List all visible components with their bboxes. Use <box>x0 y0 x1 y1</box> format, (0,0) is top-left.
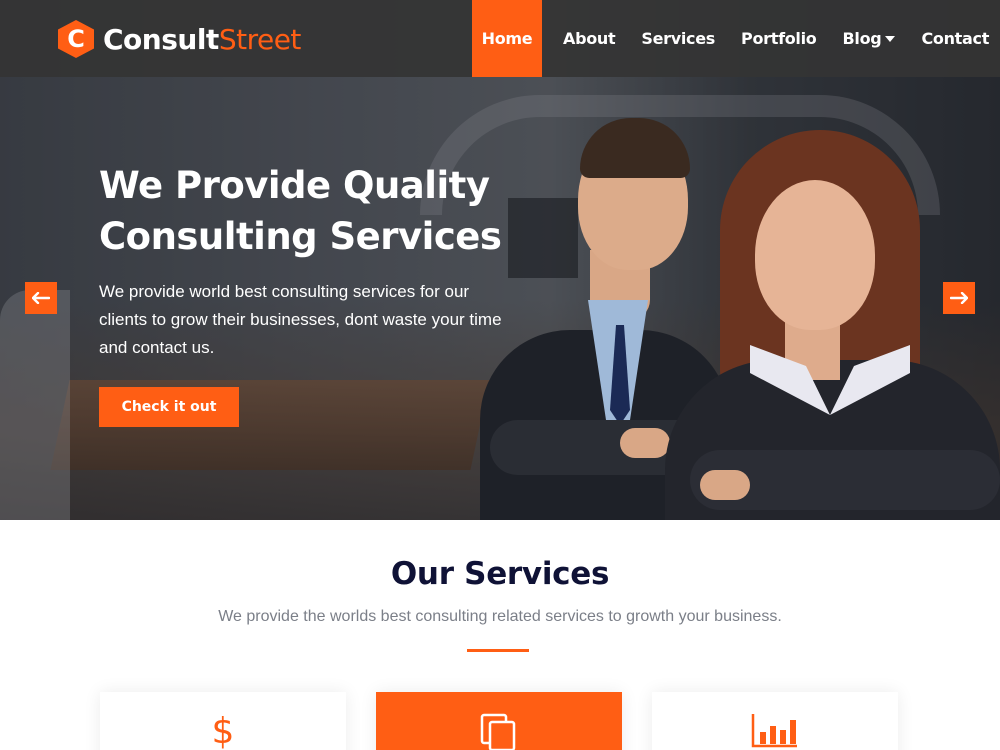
services-title: Our Services <box>390 556 610 592</box>
caret-down-icon <box>885 35 896 42</box>
hero-description: We provide world best consulting service… <box>99 282 502 357</box>
brand-logo[interactable]: C ConsultStreet <box>58 20 301 58</box>
man-hair <box>580 118 690 178</box>
main-nav: Home About Services Portfolio Blog Conta… <box>472 0 1000 77</box>
service-card-2[interactable] <box>376 692 622 750</box>
nav-item-contact[interactable]: Contact <box>908 0 1000 77</box>
hero-title-line1: We Provide Quality <box>99 164 490 207</box>
arrow-right-icon <box>950 292 968 304</box>
logo-text-part1: Consult <box>103 22 219 56</box>
logo-text: ConsultStreet <box>103 23 301 56</box>
dollar-icon: $ <box>211 711 235 750</box>
woman-head <box>755 180 875 330</box>
logo-text-part2: Street <box>218 22 302 56</box>
slider-next-button[interactable] <box>943 282 975 314</box>
hero-people-image <box>470 110 1000 520</box>
hero-title: We Provide Quality Consulting Services <box>99 160 539 262</box>
services-section: Our Services We provide the worlds best … <box>0 520 1000 750</box>
check-it-out-button[interactable]: Check it out <box>99 387 239 427</box>
nav-item-services[interactable]: Services <box>628 0 728 77</box>
service-card-1[interactable]: $ <box>100 692 346 750</box>
hero-content: We Provide Quality Consulting Services W… <box>99 160 539 427</box>
nav-item-blog[interactable]: Blog <box>830 0 909 77</box>
service-card-3[interactable] <box>652 692 898 750</box>
services-subtitle: We provide the worlds best consulting re… <box>218 608 782 625</box>
navbar: C ConsultStreet Home About Services Port… <box>0 0 1000 77</box>
man-hand <box>620 428 670 458</box>
nav-item-blog-label: Blog <box>842 29 882 48</box>
arrow-left-icon <box>32 292 50 304</box>
logo-mark-icon: C <box>58 20 94 58</box>
bar-chart-icon <box>751 714 797 748</box>
services-divider <box>467 649 529 652</box>
copy-icon <box>480 713 516 750</box>
woman-hand <box>700 470 750 500</box>
hero-title-line2: Consulting Services <box>99 215 502 258</box>
nav-item-portfolio[interactable]: Portfolio <box>728 0 829 77</box>
nav-item-about[interactable]: About <box>550 0 628 77</box>
slider-prev-button[interactable] <box>25 282 57 314</box>
nav-item-home[interactable]: Home <box>472 0 542 77</box>
